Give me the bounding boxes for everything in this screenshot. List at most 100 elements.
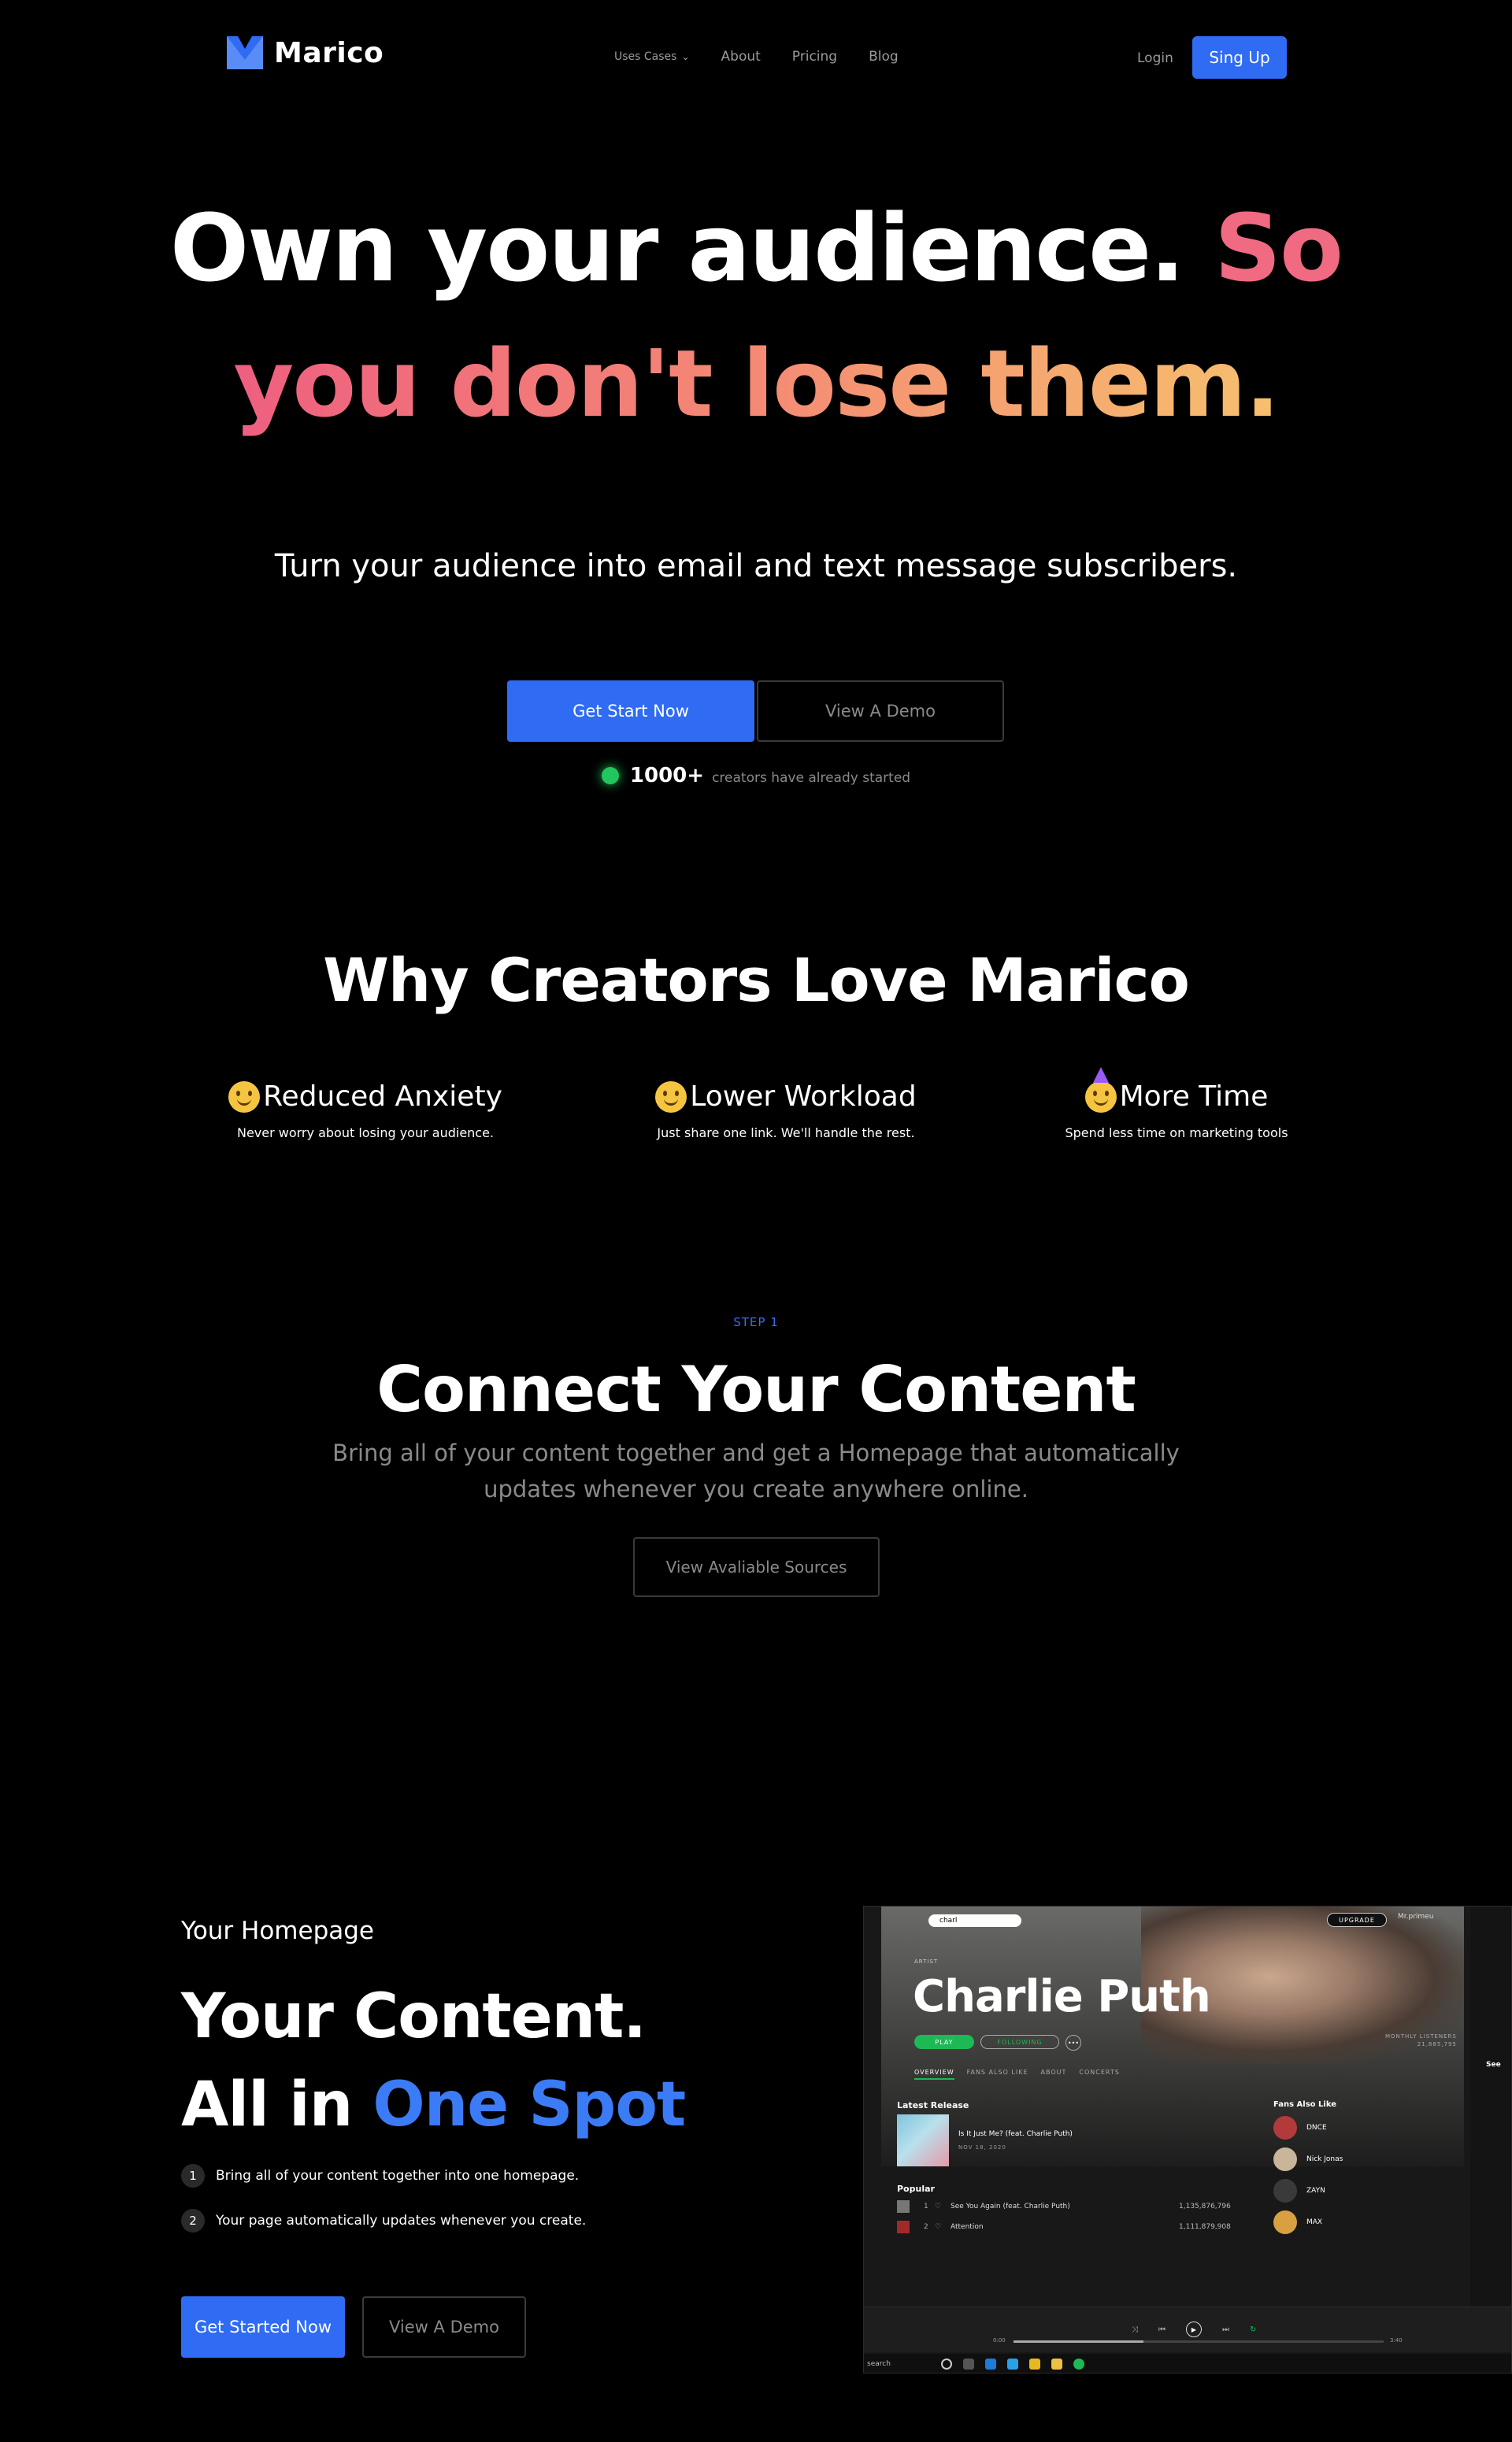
hero-title-line2: you don't lose them.: [0, 324, 1512, 443]
fan-artist-name: Nick Jonas: [1306, 2155, 1343, 2163]
player-controls: ⤨ ⏮ ▶ ⏭ ↻: [1132, 2322, 1256, 2337]
next-icon[interactable]: ⏭: [1222, 2325, 1229, 2334]
feature-heading: Reduced Anxiety: [184, 1080, 547, 1113]
tab-overview[interactable]: OVERVIEW: [914, 2069, 954, 2080]
artist-header: charl UPGRADE Mr.primeu ARTIST Charlie P…: [881, 1907, 1464, 2166]
previous-icon[interactable]: ⏮: [1158, 2325, 1166, 2334]
nav-link-label: Uses Cases: [614, 50, 677, 63]
login-link[interactable]: Login: [1137, 50, 1173, 66]
artist-tabs: OVERVIEW FANS ALSO LIKE ABOUT CONCERTS: [914, 2069, 1120, 2080]
more-options-icon[interactable]: •••: [1065, 2035, 1081, 2051]
hero-title-accent: So: [1214, 194, 1343, 302]
feature-heading: Lower Workload: [605, 1080, 967, 1113]
status-dot-icon: [601, 767, 619, 784]
play-pause-icon[interactable]: ▶: [1186, 2322, 1202, 2337]
repeat-icon[interactable]: ↻: [1250, 2325, 1256, 2334]
brand-logo[interactable]: Marico: [227, 36, 384, 69]
get-started-now-button[interactable]: Get Started Now: [181, 2296, 345, 2358]
feature-title: Reduced Anxiety: [263, 1080, 502, 1113]
top-nav: Marico Uses Cases ⌄ About Pricing Blog Lo…: [0, 0, 1512, 118]
smile-emoji-icon: [228, 1080, 261, 1113]
track-number: 2: [924, 2223, 928, 2231]
fan-artist[interactable]: MAX: [1273, 2210, 1322, 2234]
feature-heading: More Time: [995, 1066, 1358, 1113]
fan-artist[interactable]: ZAYN: [1273, 2179, 1325, 2203]
feature-description: Never worry about losing your audience.: [236, 1125, 495, 1140]
release-cover[interactable]: [897, 2114, 949, 2166]
bullet-text: Your page automatically updates whenever…: [216, 2213, 587, 2229]
fan-artist-name: DNCE: [1306, 2124, 1327, 2132]
homepage-label: Your Homepage: [181, 1917, 375, 1945]
hero-title-line1: Own your audience. So: [0, 189, 1512, 307]
time-elapsed: 0:00: [993, 2337, 1006, 2344]
homepage-title-blue: One Spot: [372, 2070, 686, 2140]
nav-blog[interactable]: Blog: [869, 49, 899, 65]
tab-fans-also-like[interactable]: FANS ALSO LIKE: [967, 2069, 1028, 2080]
monthly-listeners: MONTHLY LISTENERS 21,885,795: [1385, 2033, 1457, 2048]
spotify-search-input[interactable]: charl: [928, 1914, 1021, 1927]
connect-title: Connect Your Content: [376, 1353, 1136, 1426]
bullet-number: 1: [181, 2164, 205, 2188]
nav-uses-cases[interactable]: Uses Cases ⌄: [614, 49, 690, 65]
right-panel: [1470, 1907, 1511, 2307]
fan-artist[interactable]: Nick Jonas: [1273, 2147, 1343, 2171]
homepage-bullet: 1 Bring all of your content together int…: [181, 2164, 579, 2188]
chrome-icon[interactable]: [1029, 2359, 1040, 2370]
progress-bar[interactable]: [1014, 2340, 1384, 2343]
avatar: [1273, 2210, 1297, 2234]
track-row[interactable]: 2 ♡ Attention 1,111,879,908: [897, 2218, 1259, 2236]
nav-about[interactable]: About: [721, 49, 761, 65]
signup-button[interactable]: Sing Up: [1192, 36, 1287, 79]
play-button[interactable]: PLAY: [914, 2035, 974, 2049]
hero-subtitle: Turn your audience into email and text m…: [274, 548, 1238, 584]
release-title[interactable]: Is It Just Me? (feat. Charlie Puth): [958, 2130, 1073, 2138]
marico-logo-icon: [227, 36, 263, 69]
player-bar: ⤨ ⏮ ▶ ⏭ ↻ 0:00 3:40: [864, 2307, 1511, 2352]
latest-release-heading: Latest Release: [897, 2100, 969, 2110]
brand-name: Marico: [274, 36, 384, 69]
view-sources-button[interactable]: View Avaliable Sources: [633, 1537, 880, 1597]
feature-title: More Time: [1119, 1080, 1269, 1113]
track-row[interactable]: 1 ♡ See You Again (feat. Charlie Puth) 1…: [897, 2198, 1259, 2215]
heart-icon[interactable]: ♡: [935, 2203, 951, 2210]
track-title: Attention: [951, 2223, 984, 2231]
avatar: [1273, 2179, 1297, 2203]
spotify-icon[interactable]: [1073, 2359, 1084, 2370]
why-section-title: Why Creators Love Marico: [323, 945, 1190, 1015]
step-label: STEP 1: [733, 1315, 779, 1329]
tab-concerts[interactable]: CONCERTS: [1079, 2069, 1119, 2080]
monthly-value: 21,885,795: [1417, 2041, 1457, 2047]
edge-icon[interactable]: [985, 2359, 996, 2370]
homepage-title-line1: Your Content.: [181, 1981, 647, 2052]
following-button[interactable]: FOLLOWING: [980, 2035, 1059, 2049]
fan-artist[interactable]: DNCE: [1273, 2116, 1327, 2140]
shuffle-icon[interactable]: ⤨: [1132, 2325, 1138, 2334]
view-demo-button[interactable]: View A Demo: [757, 680, 1004, 742]
feature-reduced-anxiety: Reduced Anxiety Never worry about losing…: [184, 1080, 547, 1140]
see-all-link[interactable]: See: [1486, 2061, 1501, 2069]
view-demo-button-2[interactable]: View A Demo: [362, 2296, 526, 2358]
track-plays: 1,135,876,796: [1179, 2203, 1231, 2210]
avatar: [1273, 2147, 1297, 2171]
tab-about[interactable]: ABOUT: [1041, 2069, 1067, 2080]
fan-artist-name: MAX: [1306, 2218, 1323, 2226]
fan-artist-name: ZAYN: [1306, 2187, 1325, 2195]
skype-icon[interactable]: [1007, 2359, 1018, 2370]
bullet-number: 2: [181, 2209, 205, 2233]
get-start-now-button[interactable]: Get Start Now: [507, 680, 754, 742]
user-menu[interactable]: Mr.primeu: [1398, 1913, 1433, 1921]
taskbar-search[interactable]: search: [867, 2360, 930, 2368]
nav-pricing[interactable]: Pricing: [792, 49, 837, 65]
track-number: 1: [924, 2203, 928, 2210]
track-plays: 1,111,879,908: [1179, 2223, 1231, 2231]
nav-links: Uses Cases ⌄ About Pricing Blog: [614, 49, 899, 65]
connect-subtitle: Bring all of your content together and g…: [332, 1440, 1180, 1503]
heart-icon[interactable]: ♡: [935, 2223, 951, 2231]
task-view-icon[interactable]: [963, 2359, 974, 2370]
cortana-icon[interactable]: [941, 2359, 952, 2370]
folder-icon[interactable]: [1051, 2359, 1062, 2370]
creators-count-badge: 1000+ creators have already started: [0, 764, 1512, 787]
grin-emoji-icon: [655, 1080, 687, 1113]
feature-more-time: More Time Spend less time on marketing t…: [995, 1066, 1358, 1140]
upgrade-button[interactable]: UPGRADE: [1327, 1913, 1387, 1927]
